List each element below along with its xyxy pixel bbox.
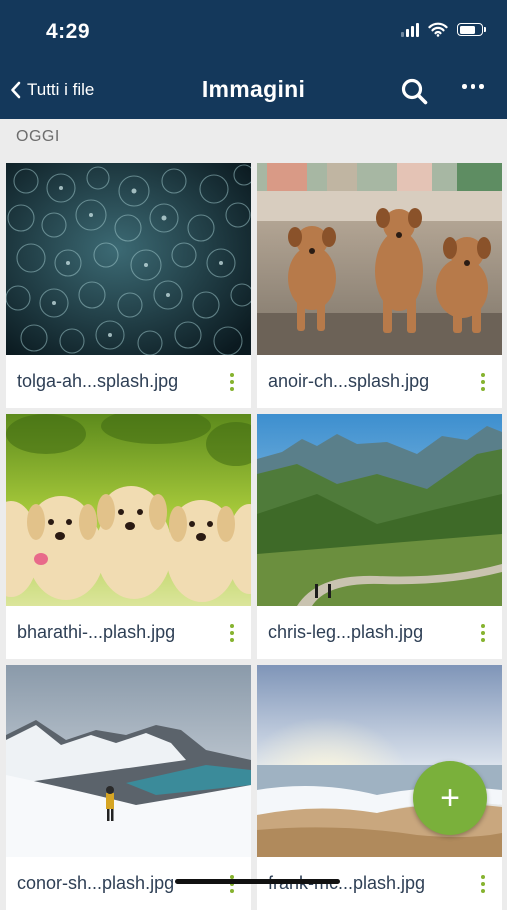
status-icons <box>401 22 486 37</box>
image-thumbnail[interactable] <box>257 163 502 355</box>
file-card[interactable]: anoir-ch...splash.jpg <box>257 163 502 408</box>
file-name: chris-leg...plash.jpg <box>268 622 424 642</box>
battery-icon <box>457 23 486 36</box>
file-name: tolga-ah...splash.jpg <box>17 371 179 391</box>
file-name: anoir-ch...splash.jpg <box>268 371 430 391</box>
image-thumbnail[interactable] <box>6 414 251 606</box>
search-icon <box>401 78 428 105</box>
app-header: 4:29 Tutti i file Immagini <box>0 0 507 119</box>
file-menu-icon[interactable] <box>230 624 234 642</box>
signal-icon <box>401 22 419 37</box>
file-card[interactable]: chris-leg...plash.jpg <box>257 414 502 659</box>
file-card[interactable]: conor-sh...plash.jpg <box>6 665 251 910</box>
more-options-icon[interactable] <box>462 84 484 89</box>
file-menu-icon[interactable] <box>230 875 234 893</box>
file-card[interactable]: tolga-ah...splash.jpg <box>6 163 251 408</box>
file-menu-icon[interactable] <box>230 373 234 391</box>
file-menu-icon[interactable] <box>481 875 485 893</box>
home-indicator[interactable] <box>175 879 340 884</box>
image-thumbnail[interactable] <box>6 665 251 857</box>
status-time: 4:29 <box>46 20 91 43</box>
file-card[interactable]: bharathi-...plash.jpg <box>6 414 251 659</box>
page-title: Immagini <box>201 76 306 102</box>
add-button[interactable]: + <box>413 761 487 835</box>
file-name: conor-sh...plash.jpg <box>17 873 175 893</box>
file-name: bharathi-...plash.jpg <box>17 622 176 642</box>
wifi-icon <box>428 22 448 37</box>
image-thumbnail[interactable] <box>6 163 251 355</box>
file-menu-icon[interactable] <box>481 373 485 391</box>
file-menu-icon[interactable] <box>481 624 485 642</box>
image-thumbnail[interactable] <box>257 414 502 606</box>
search-button[interactable] <box>400 77 430 107</box>
section-header: OGGI <box>16 128 60 145</box>
